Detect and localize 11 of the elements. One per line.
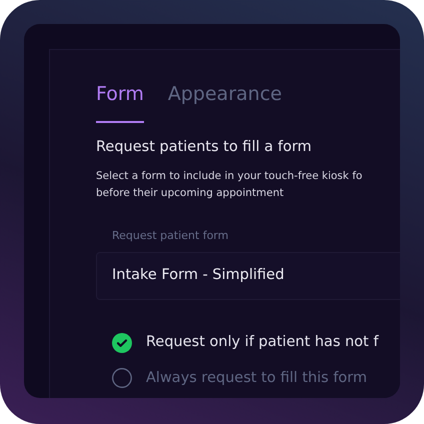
tab[interactable]: Form xyxy=(96,80,144,122)
field-label: Request patient form xyxy=(112,228,230,244)
tab[interactable]: Appearance xyxy=(168,80,282,122)
section-title: Request patients to fill a form xyxy=(96,138,313,156)
radio-unchecked-icon[interactable] xyxy=(112,368,132,388)
form-select[interactable]: Intake Form - Simplified xyxy=(96,252,400,300)
option-label[interactable]: Request only if patient has not f xyxy=(146,332,378,354)
option-label[interactable]: Always request to fill this form xyxy=(146,368,368,390)
radio-checked-icon[interactable] xyxy=(112,332,132,353)
description-line: Select a form to include in your touch-free kiosk fo xyxy=(96,169,364,184)
description-line: before their upcoming appointment xyxy=(96,186,285,202)
